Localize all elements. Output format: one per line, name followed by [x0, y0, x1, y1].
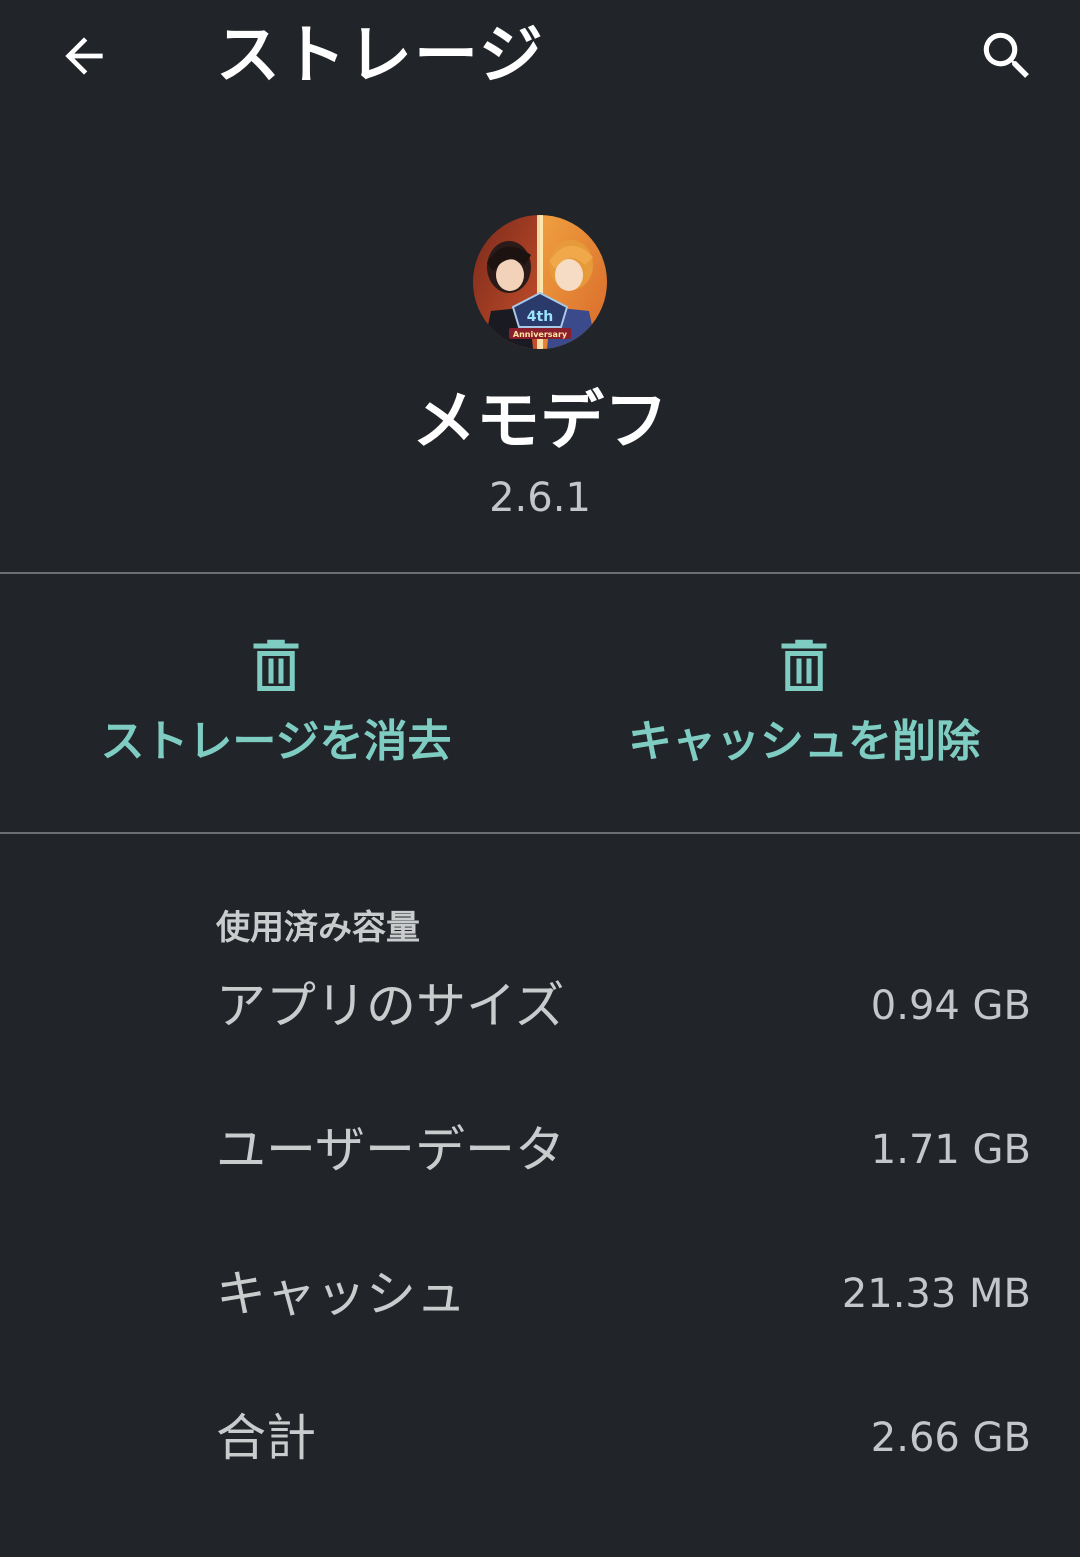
storage-row-user-data: ユーザーデータ 1.71 GB	[0, 1110, 1080, 1190]
divider	[0, 572, 1080, 574]
clear-storage-label: ストレージを消去	[100, 716, 452, 767]
row-label: ユーザーデータ	[216, 1121, 565, 1179]
row-value: 2.66 GB	[870, 1415, 1031, 1461]
row-label: キャッシュ	[216, 1265, 466, 1323]
storage-row-total: 合計 2.66 GB	[0, 1398, 1080, 1478]
arrow-back-icon	[65, 37, 103, 75]
divider	[0, 832, 1080, 834]
svg-text:4th: 4th	[527, 309, 553, 325]
app-name: メモデフ	[412, 385, 668, 459]
clear-storage-button[interactable]: ストレージを消去	[6, 636, 546, 786]
row-value: 0.94 GB	[870, 983, 1031, 1029]
trash-icon	[781, 639, 827, 691]
page-title: ストレージ	[216, 19, 545, 93]
search-button[interactable]	[967, 16, 1047, 96]
svg-text:Anniversary: Anniversary	[513, 330, 568, 339]
app-version: 2.6.1	[489, 475, 591, 521]
row-label: 合計	[216, 1409, 316, 1467]
app-header: 4th Anniversary	[0, 215, 1080, 349]
section-title: 使用済み容量	[216, 908, 420, 948]
row-value: 21.33 MB	[841, 1271, 1031, 1317]
storage-row-cache: キャッシュ 21.33 MB	[0, 1254, 1080, 1334]
search-icon	[983, 32, 1029, 78]
app-bar: ストレージ	[0, 0, 1080, 112]
row-value: 1.71 GB	[870, 1127, 1031, 1173]
storage-row-app-size: アプリのサイズ 0.94 GB	[0, 966, 1080, 1046]
clear-cache-label: キャッシュを削除	[628, 716, 980, 767]
back-button[interactable]	[44, 16, 124, 96]
row-label: アプリのサイズ	[216, 977, 565, 1035]
app-icon: 4th Anniversary	[473, 215, 607, 349]
clear-cache-button[interactable]: キャッシュを削除	[534, 636, 1074, 786]
trash-icon	[253, 639, 299, 691]
